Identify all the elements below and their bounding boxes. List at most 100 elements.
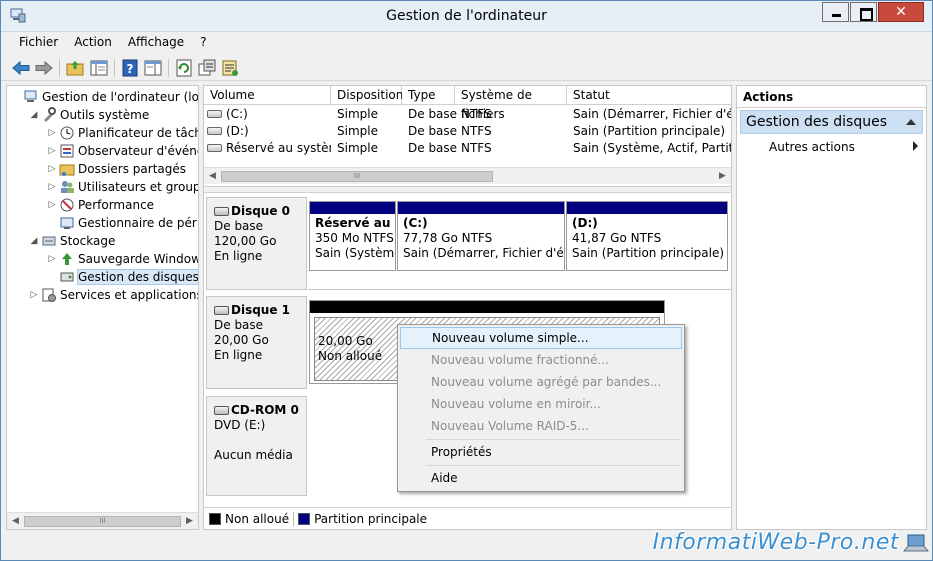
window-title: Gestion de l'ordinateur: [386, 8, 547, 24]
computer-icon: [24, 90, 37, 102]
expand-arrow-icon[interactable]: ▷: [47, 146, 57, 156]
menu-fichier[interactable]: Fichier: [11, 33, 66, 53]
back-arrow-icon: [12, 60, 30, 76]
tree-item[interactable]: Gestion de l'ordinateur (local): [11, 88, 198, 106]
disk-icon: [214, 207, 229, 216]
cdrom-0-label[interactable]: CD-ROM 0 DVD (E:) Aucun média: [206, 396, 307, 496]
collapse-triangle-icon[interactable]: [906, 119, 916, 125]
disk-0-label[interactable]: Disque 0 De base 120,00 Go En ligne: [206, 197, 307, 290]
tree-item-label: Planificateur de tâches: [78, 126, 198, 140]
export-list-button[interactable]: [220, 58, 240, 78]
menu-action[interactable]: Action: [66, 33, 120, 53]
legend-swatch-primary: [298, 512, 311, 525]
tree-item[interactable]: Gestionnaire de périphé: [47, 214, 198, 232]
console-tree-icon: [90, 60, 108, 76]
column-header-filesystem[interactable]: Système de fichiers: [455, 86, 567, 121]
tree-item[interactable]: ▷ Planificateur de tâches: [47, 124, 198, 142]
minimize-button[interactable]: [822, 2, 849, 22]
up-level-button[interactable]: [65, 58, 85, 78]
toolbar: ?: [1, 55, 932, 81]
scroll-right-arrow-icon[interactable]: ▶: [714, 168, 731, 185]
context-menu: Nouveau volume simple... Nouveau volume …: [397, 324, 685, 492]
back-button[interactable]: [11, 58, 31, 78]
actions-section-disk-management[interactable]: Gestion des disques: [740, 110, 923, 134]
expand-arrow-icon[interactable]: ▷: [47, 164, 57, 174]
expand-arrow-icon[interactable]: ▷: [47, 200, 57, 210]
show-hide-action-pane-button[interactable]: [143, 58, 163, 78]
tree-item-label: Gestionnaire de périphé: [78, 216, 198, 230]
partition-system-reserved[interactable]: Réservé au sy 350 Mo NTFS Sain (Système: [309, 201, 396, 271]
menu-help-item[interactable]: Aide: [400, 467, 682, 489]
drive-icon: [207, 144, 222, 152]
tree-item[interactable]: ▷ Sauvegarde Windows Se: [47, 250, 198, 268]
menu-new-simple-volume[interactable]: Nouveau volume simple...: [400, 327, 682, 349]
menu-help[interactable]: ?: [192, 33, 214, 53]
close-button[interactable]: ✕: [878, 2, 924, 22]
tree-horizontal-scrollbar[interactable]: ◀ III ▶: [7, 512, 198, 529]
watermark: InformatiWeb-Pro.net: [652, 530, 899, 555]
show-hide-tree-button[interactable]: [89, 58, 109, 78]
tree-item[interactable]: ▷ Performance: [47, 196, 155, 214]
volume-list: Volume Disposition Type Système de fichi…: [204, 86, 731, 186]
collapse-arrow-icon[interactable]: ◢: [29, 236, 39, 246]
drive-icon: [207, 110, 222, 118]
expand-arrow-icon[interactable]: ▷: [29, 290, 39, 300]
scroll-thumb[interactable]: III: [221, 171, 493, 182]
expand-arrow-icon[interactable]: ▷: [47, 254, 57, 264]
scroll-thumb[interactable]: III: [24, 516, 181, 527]
action-pane-icon: [144, 60, 162, 76]
tree-item-label: Observateur d'événeme: [78, 144, 198, 158]
volume-row[interactable]: Réservé au système Simple De base NTFS S…: [204, 140, 731, 157]
disk-management-icon: [60, 272, 74, 282]
tree-item[interactable]: ▷ Services et applications: [29, 286, 199, 304]
menu-new-mirrored-volume[interactable]: Nouveau volume en miroir...: [400, 393, 682, 415]
cdrom-icon: [214, 406, 229, 415]
tree-item[interactable]: ▷ Observateur d'événeme: [47, 142, 198, 160]
column-header-volume[interactable]: Volume: [204, 86, 331, 105]
refresh-icon: [176, 59, 192, 77]
menu-affichage[interactable]: Affichage: [120, 33, 192, 53]
tree-item-label: Stockage: [60, 234, 116, 248]
column-header-type[interactable]: Type: [402, 86, 455, 105]
volume-row[interactable]: (D:) Simple De base NTFS Sain (Partition…: [204, 123, 731, 140]
tree-item[interactable]: ▷ Utilisateurs et groupes l: [47, 178, 198, 196]
partition-c[interactable]: (C:) 77,78 Go NTFS Sain (Démarrer, Fichi…: [397, 201, 565, 271]
tree-item[interactable]: ▷ Dossiers partagés: [47, 160, 186, 178]
help-icon: ?: [122, 59, 138, 77]
pane-splitter[interactable]: [204, 186, 731, 193]
folder-up-icon: [66, 61, 84, 76]
volume-row[interactable]: (C:) Simple De base NTFS Sain (Démarrer,…: [204, 106, 731, 123]
more-actions[interactable]: Autres actions: [737, 140, 926, 158]
title-bar[interactable]: Gestion de l'ordinateur ✕: [1, 1, 932, 32]
scroll-left-arrow-icon[interactable]: ◀: [204, 168, 221, 185]
tree-item[interactable]: ◢ Stockage: [29, 232, 116, 250]
column-header-status[interactable]: Statut: [567, 86, 731, 105]
tree-item-label: Services et applications: [60, 288, 199, 302]
disk-1-label[interactable]: Disque 1 De base 20,00 Go En ligne: [206, 296, 307, 389]
maximize-button[interactable]: [850, 2, 877, 22]
refresh-button[interactable]: [174, 58, 194, 78]
help-button[interactable]: ?: [120, 58, 140, 78]
properties-button[interactable]: [197, 58, 217, 78]
svg-text:?: ?: [127, 62, 134, 76]
menu-new-spanned-volume[interactable]: Nouveau volume fractionné...: [400, 349, 682, 371]
collapse-arrow-icon[interactable]: ◢: [29, 110, 39, 120]
volume-list-horizontal-scrollbar[interactable]: ◀ III ▶: [204, 167, 731, 184]
tree-item-label: Utilisateurs et groupes l: [78, 180, 198, 194]
partition-d[interactable]: (D:) 41,87 Go NTFS Sain (Partition princ…: [566, 201, 728, 271]
performance-icon: [60, 198, 74, 212]
tree-item[interactable]: Gestion des disques: [47, 268, 198, 286]
scroll-left-arrow-icon[interactable]: ◀: [7, 513, 24, 529]
scroll-right-arrow-icon[interactable]: ▶: [181, 513, 198, 529]
expand-arrow-icon[interactable]: ▷: [47, 182, 57, 192]
forward-button[interactable]: [34, 58, 54, 78]
menu-new-raid5-volume[interactable]: Nouveau Volume RAID-5...: [400, 415, 682, 437]
column-header-disposition[interactable]: Disposition: [331, 86, 403, 105]
menu-properties[interactable]: Propriétés: [400, 441, 682, 463]
expand-arrow-icon[interactable]: ▷: [47, 128, 57, 138]
legend-primary: Partition principale: [314, 511, 428, 526]
tree-item[interactable]: ◢ Outils système: [29, 106, 149, 124]
menu-bar: Fichier Action Affichage ?: [1, 33, 932, 53]
menu-new-striped-volume[interactable]: Nouveau volume agrégé par bandes...: [400, 371, 682, 393]
disk-icon: [214, 306, 229, 315]
